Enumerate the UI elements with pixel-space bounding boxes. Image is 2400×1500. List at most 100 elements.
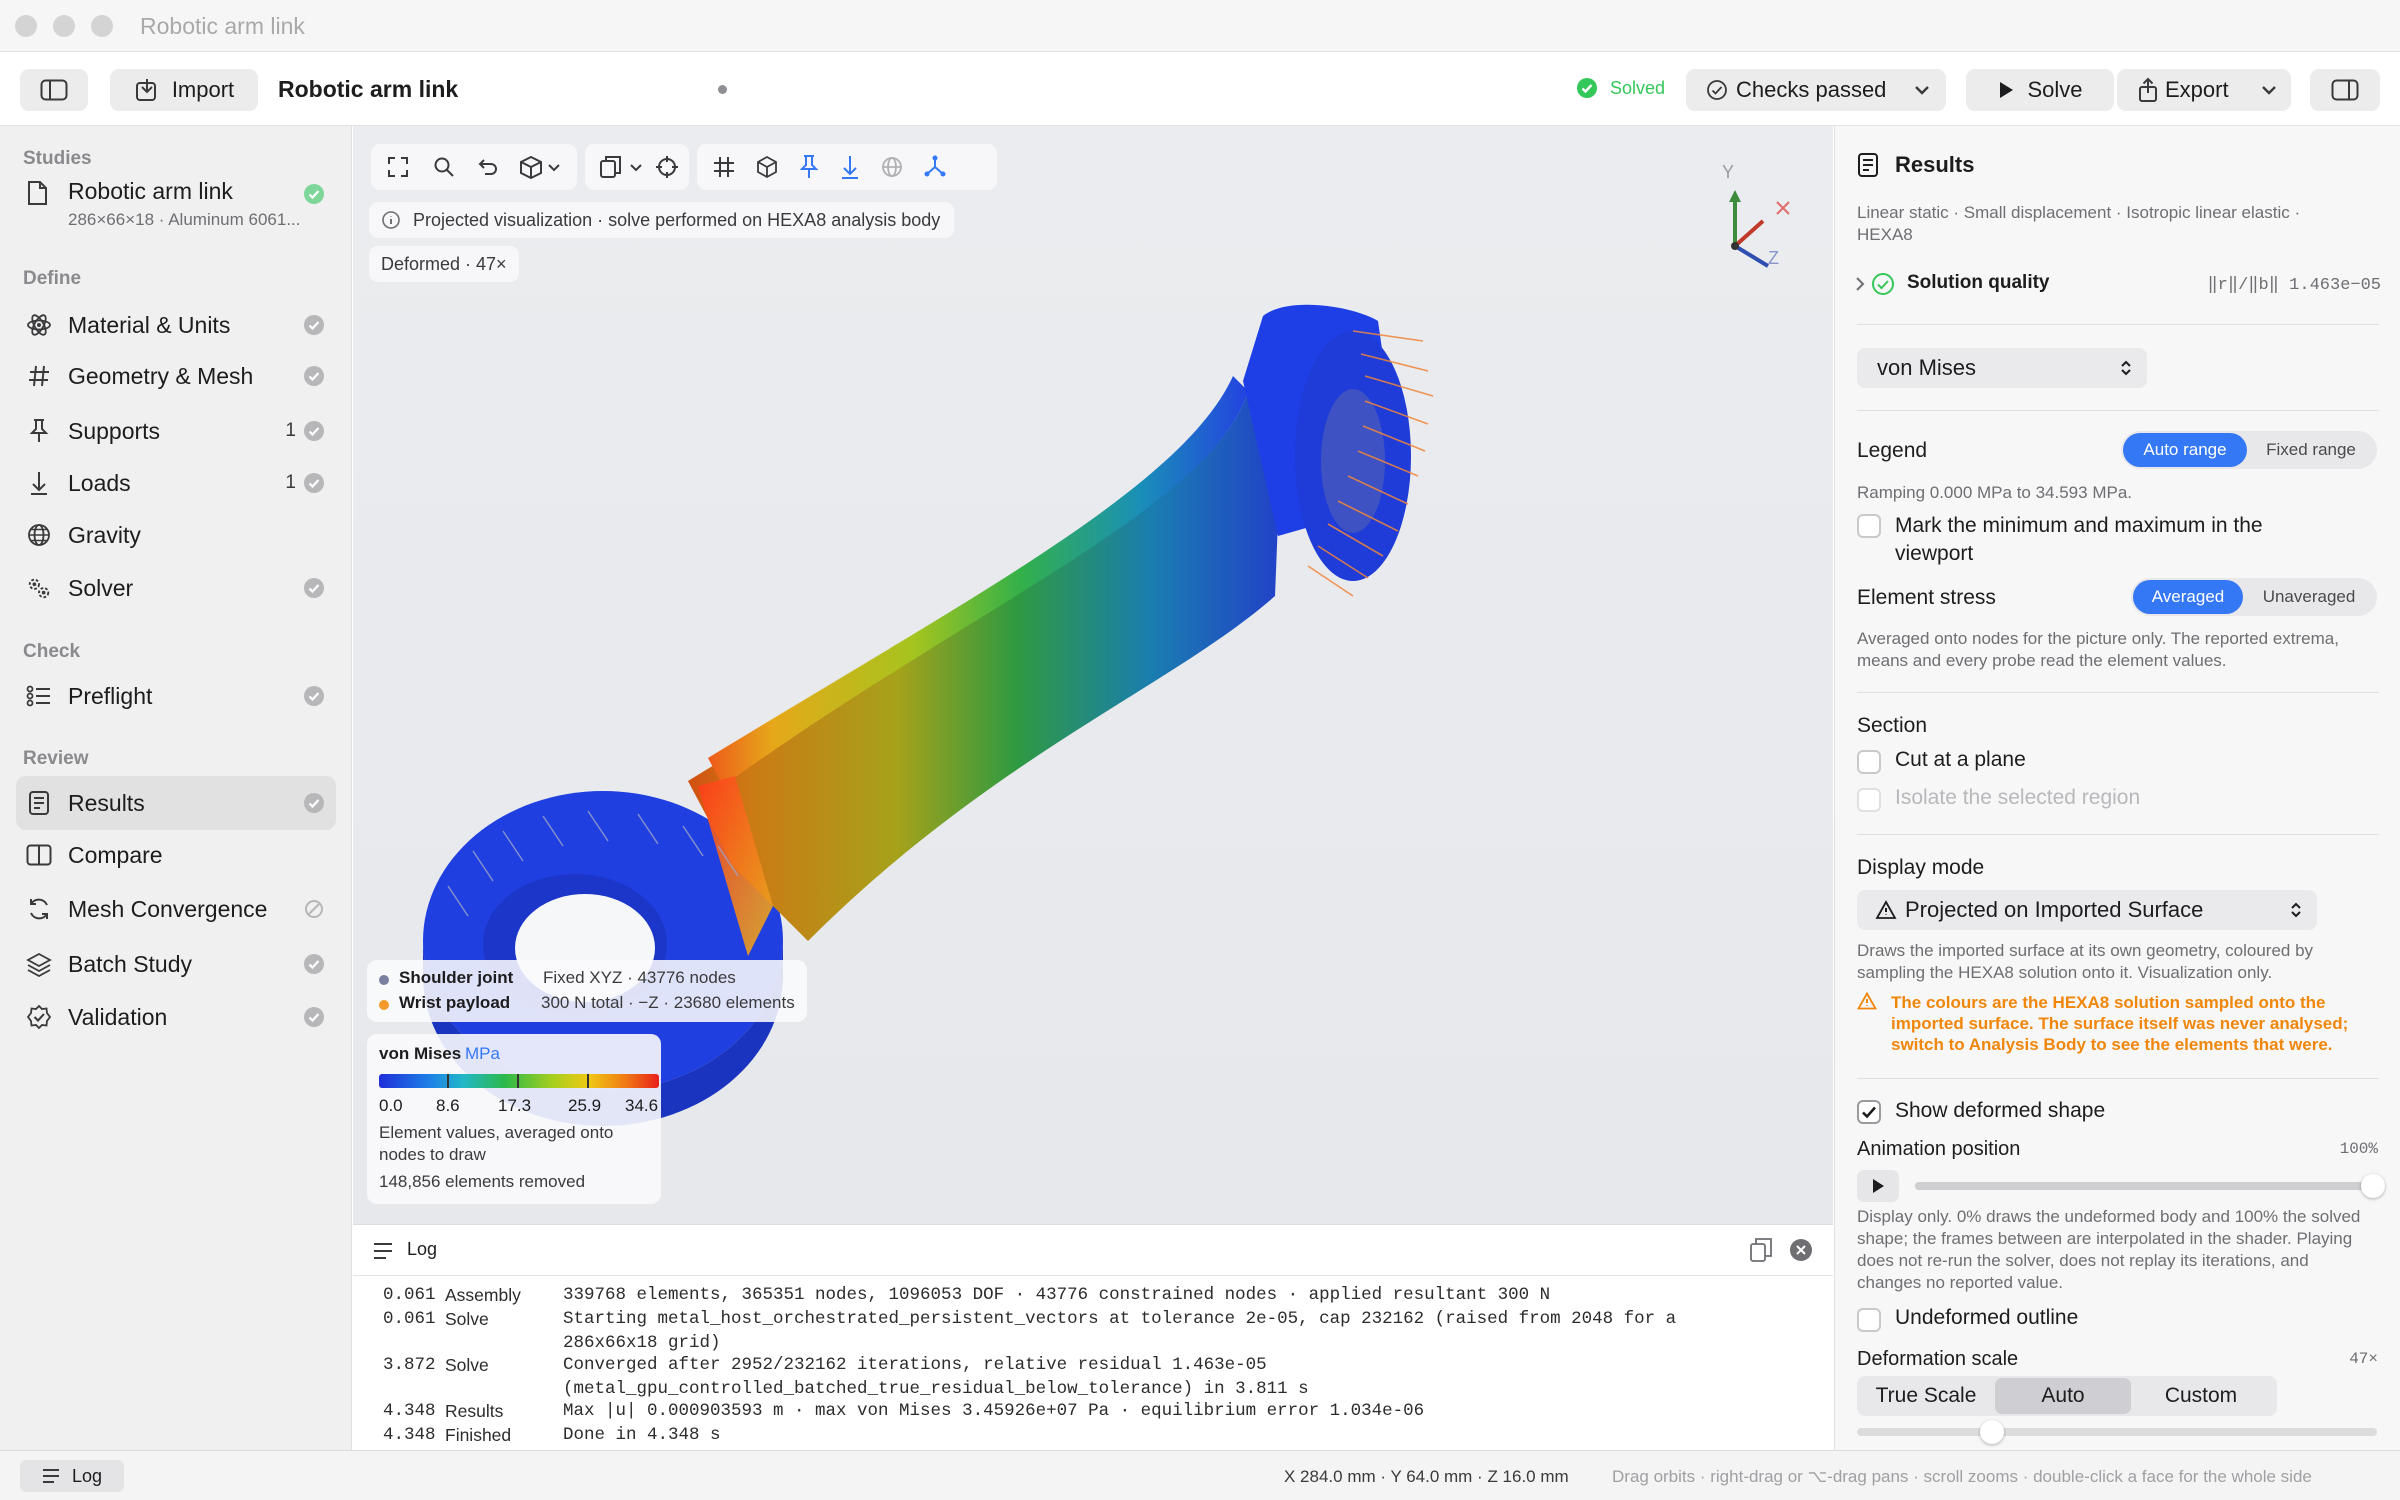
show-deformed-checkbox[interactable]	[1857, 1100, 1881, 1124]
check-circle-icon	[304, 1007, 324, 1027]
results-subtitle: Linear static · Small displacement · Iso…	[1857, 203, 2301, 244]
status-bar: Log X 284.0 mm · Y 64.0 mm · Z 16.0 mm D…	[0, 1450, 2400, 1500]
sidebar-item-review-4[interactable]: Validation	[16, 990, 336, 1044]
divider	[1857, 410, 2379, 411]
sidebar-item-label: Gravity	[68, 521, 141, 548]
divider	[1857, 324, 2379, 325]
sidebar-item-count: 1	[285, 472, 296, 493]
results-document-icon	[1858, 153, 1878, 177]
sidebar-item-label: Solver	[68, 574, 134, 601]
check-circle-icon	[304, 686, 324, 706]
support-detail: Fixed XYZ · 43776 nodes	[543, 968, 736, 987]
sidebar-item-review-3[interactable]: Batch Study	[16, 937, 336, 991]
cut-plane-checkbox[interactable]	[1857, 750, 1881, 774]
legend-tick-4: 34.6	[625, 1096, 659, 1115]
close-log-icon[interactable]	[1789, 1238, 1813, 1262]
sidebar-item-define-4[interactable]: Gravity	[16, 508, 336, 562]
sidebar-item-check-0[interactable]: Preflight	[16, 669, 336, 723]
sidebar-item-review-1[interactable]: Compare	[16, 828, 336, 882]
animation-slider-knob[interactable]	[2361, 1174, 2385, 1198]
sidebar-item-review-2[interactable]: Mesh Convergence	[16, 882, 336, 936]
document-title: Robotic arm link	[278, 76, 459, 102]
edited-dot	[718, 85, 727, 94]
sidebar-item-define-3[interactable]: Loads 1	[16, 456, 336, 510]
sidebar-item-define-1[interactable]: Geometry & Mesh	[16, 349, 336, 403]
custom-scale-option[interactable]: Custom	[2131, 1384, 2271, 1408]
check-circle-icon	[304, 473, 324, 493]
load-name: Wrist payload	[399, 993, 511, 1012]
legend-tick-1: 8.6	[436, 1096, 460, 1115]
toggle-sidebar-button[interactable]	[20, 69, 88, 111]
sidebar-item-review-0[interactable]: Results	[16, 776, 336, 830]
export-menu-button[interactable]: Export	[2117, 69, 2291, 111]
legend-tick-mark	[517, 1074, 519, 1088]
solve-button[interactable]: Solve	[1966, 69, 2114, 111]
deformation-scale-knob[interactable]	[1980, 1420, 2005, 1444]
auto-range-option[interactable]: Auto range	[2123, 433, 2247, 467]
legend-unit: MPa	[465, 1044, 500, 1063]
averaged-option[interactable]: Averaged	[2133, 580, 2243, 614]
sidebar-item-define-2[interactable]: Supports 1	[16, 404, 336, 458]
display-mode-select[interactable]: Projected on Imported Surface	[1857, 890, 2317, 930]
fixed-range-option[interactable]: Fixed range	[2247, 433, 2375, 467]
review-header: Review	[23, 748, 89, 769]
atom-icon	[26, 312, 52, 338]
unaveraged-option[interactable]: Unaveraged	[2243, 580, 2375, 614]
check-circle-icon	[304, 315, 324, 335]
legend-range-segmented[interactable]: Auto range Fixed range	[2121, 431, 2377, 469]
import-icon	[135, 79, 156, 101]
3d-viewport[interactable]: Projected visualization · solve performe…	[353, 126, 1833, 1224]
sidebar-item-label: Validation	[68, 1003, 168, 1030]
quality-label: Solution quality	[1907, 272, 2050, 293]
play-animation-button[interactable]	[1857, 1170, 1899, 1202]
log-toggle-button[interactable]: Log	[20, 1460, 124, 1492]
support-name: Shoulder joint	[399, 968, 514, 987]
sidebar-item-define-0[interactable]: Material & Units	[16, 298, 336, 352]
minimize-window-button[interactable]	[53, 15, 75, 37]
import-button[interactable]: Import	[110, 69, 258, 111]
updown-chevron-icon	[2291, 902, 2301, 918]
log-message: Done in 4.348 s	[563, 1425, 721, 1445]
not-run-icon	[304, 899, 324, 919]
sidebar-item-label: Mesh Convergence	[68, 895, 268, 922]
isolate-region-checkbox[interactable]	[1857, 788, 1881, 812]
toggle-inspector-button[interactable]	[2310, 69, 2380, 111]
true-scale-option[interactable]: True Scale	[1857, 1384, 1995, 1408]
solution-quality-row[interactable]: Solution quality ‖r‖/‖b‖ 1.463e−05	[1851, 266, 2381, 302]
study-item[interactable]: Robotic arm link 286×66×18 · Aluminum 60…	[16, 172, 336, 234]
deformation-scale-slider[interactable]	[1857, 1420, 2377, 1444]
undeformed-outline-checkbox[interactable]	[1857, 1308, 1881, 1332]
field-select[interactable]: von Mises	[1857, 348, 2147, 388]
copy-log-icon[interactable]	[1749, 1237, 1773, 1263]
results-inspector: Results Linear static · Small displaceme…	[1834, 126, 2400, 1450]
chevron-down-icon	[2262, 86, 2276, 95]
sidebar-item-define-5[interactable]: Solver	[16, 561, 336, 615]
checks-menu-button[interactable]: Checks passed	[1686, 69, 1946, 111]
log-stage: Assembly	[445, 1285, 521, 1305]
hash-icon	[26, 363, 52, 389]
sidebar-item-label: Supports	[68, 417, 161, 444]
legend-tick-3: 25.9	[568, 1096, 602, 1115]
element-stress-segmented[interactable]: Averaged Unaveraged	[2131, 578, 2377, 616]
log-message: Starting metal_host_orchestrated_persist…	[563, 1309, 1677, 1329]
deformation-scale-segmented[interactable]: True Scale Auto Custom	[1857, 1376, 2277, 1416]
check-circle-icon	[304, 578, 324, 598]
quality-check-icon	[1872, 273, 1894, 295]
refresh-icon	[26, 896, 52, 922]
mark-minmax-checkbox[interactable]	[1857, 514, 1881, 538]
legend-note: Ramping 0.000 MPa to 34.593 MPa.	[1857, 483, 2132, 502]
legend-tick-mark	[587, 1074, 589, 1088]
check-circle-icon	[304, 366, 324, 386]
animation-note: Display only. 0% draws the undeformed bo…	[1857, 1207, 2361, 1292]
legend-color-bar	[379, 1074, 659, 1088]
animation-slider[interactable]	[1915, 1174, 2385, 1198]
close-window-button[interactable]	[15, 15, 37, 37]
auto-scale-option[interactable]: Auto	[1995, 1378, 2131, 1414]
display-mode-label: Display mode	[1857, 856, 1985, 879]
check-circle-icon	[304, 954, 324, 974]
surface-warning: The colours are the HEXA8 solution sampl…	[1891, 993, 2349, 1054]
zoom-window-button[interactable]	[91, 15, 113, 37]
layers-icon	[26, 951, 52, 977]
animation-value: 100%	[2339, 1140, 2378, 1158]
log-time: 4.348	[383, 1425, 436, 1445]
